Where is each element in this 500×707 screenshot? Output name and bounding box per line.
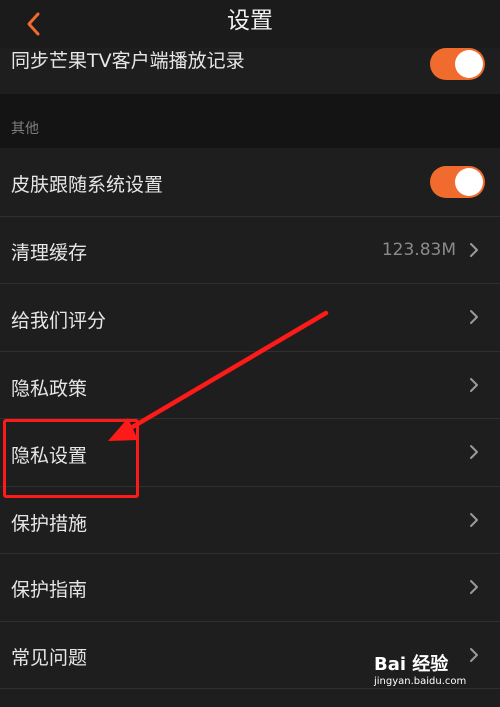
- chevron-right-icon: [470, 243, 478, 257]
- setting-label: 同步芒果TV客户端播放记录: [11, 50, 245, 72]
- nav-header: 设置: [0, 0, 500, 48]
- chevron-right-icon: [470, 513, 478, 527]
- watermark-url: jingyan.baidu.com: [374, 676, 467, 687]
- setting-label: 皮肤跟随系统设置: [11, 174, 164, 196]
- page-title: 设置: [227, 8, 273, 34]
- skin-follow-toggle[interactable]: [430, 166, 485, 198]
- watermark-brand: Bai 经验: [374, 654, 449, 675]
- cache-size-value: 123.83M: [381, 240, 456, 260]
- setting-row-sync-tv[interactable]: 同步芒果TV客户端播放记录: [0, 48, 500, 94]
- setting-label: 常见问题: [11, 647, 88, 669]
- baidu-watermark: Bai 经验 jingyan.baidu.com: [374, 648, 474, 696]
- setting-row-skin-follow[interactable]: 皮肤跟随系统设置: [0, 148, 500, 216]
- setting-row-privacy-policy[interactable]: 隐私政策: [0, 352, 500, 418]
- back-button[interactable]: [18, 6, 58, 42]
- section-header-other: 其他: [0, 94, 500, 148]
- setting-row-privacy-settings[interactable]: 隐私设置: [0, 419, 500, 486]
- setting-label: 保护措施: [11, 513, 88, 535]
- toggle-knob: [455, 168, 483, 196]
- setting-row-protection-measures[interactable]: 保护措施: [0, 487, 500, 553]
- section-label: 其他: [11, 121, 39, 137]
- setting-label: 隐私设置: [11, 445, 88, 467]
- chevron-right-icon: [470, 580, 478, 594]
- setting-label: 隐私政策: [11, 378, 88, 400]
- setting-label: 保护指南: [11, 579, 88, 601]
- setting-label: 清理缓存: [11, 242, 88, 264]
- setting-row-protection-guide[interactable]: 保护指南: [0, 554, 500, 621]
- chevron-right-icon: [470, 310, 478, 324]
- sync-tv-toggle[interactable]: [430, 48, 485, 80]
- setting-row-rate-us[interactable]: 给我们评分: [0, 284, 500, 351]
- setting-label: 给我们评分: [11, 310, 107, 332]
- setting-row-clear-cache[interactable]: 清理缓存 123.83M: [0, 217, 500, 283]
- chevron-right-icon: [470, 378, 478, 392]
- chevron-right-icon: [470, 445, 478, 459]
- toggle-knob: [455, 50, 483, 78]
- chevron-left-icon: [27, 12, 40, 36]
